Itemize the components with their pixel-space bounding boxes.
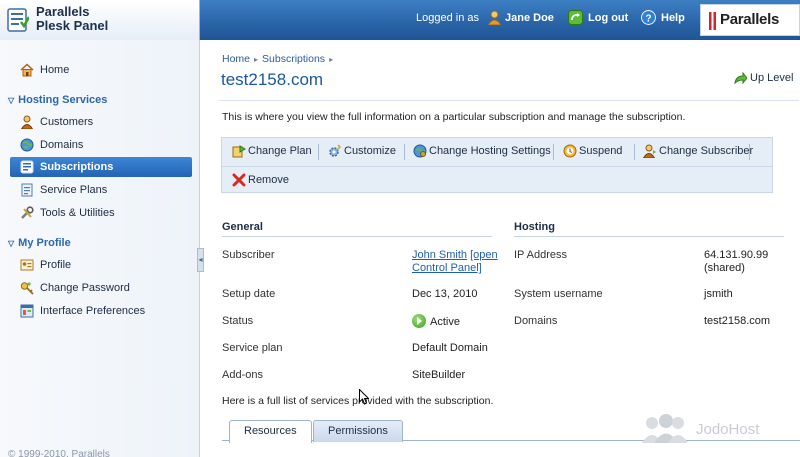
breadcrumb-separator-icon: ▸ bbox=[254, 55, 259, 64]
section-my-profile[interactable]: ▽ My Profile bbox=[8, 237, 71, 249]
nav-change-password[interactable]: Change Password bbox=[0, 278, 200, 298]
toolbar-separator bbox=[553, 144, 554, 160]
nav-home[interactable]: Home bbox=[0, 60, 200, 80]
subscriber-label: Subscriber bbox=[222, 249, 275, 261]
general-divider bbox=[222, 236, 492, 237]
change-subscriber-icon bbox=[643, 144, 656, 158]
hosting-settings-icon bbox=[413, 144, 427, 158]
user-icon bbox=[487, 10, 502, 25]
home-icon bbox=[20, 63, 34, 77]
parallels-brand: Parallels bbox=[700, 4, 800, 36]
watermark-people-icon bbox=[642, 414, 688, 443]
active-status-icon bbox=[412, 314, 426, 328]
toolbar-separator bbox=[404, 144, 405, 160]
collapse-arrow-icon: ▽ bbox=[8, 239, 15, 248]
setup-date-label: Setup date bbox=[222, 288, 276, 300]
nav-profile[interactable]: Profile bbox=[0, 255, 200, 275]
setup-date-value: Dec 13, 2010 bbox=[412, 288, 478, 300]
nav-subscriptions[interactable]: Subscriptions bbox=[10, 157, 192, 177]
profile-card-icon bbox=[20, 259, 34, 271]
suspend-icon bbox=[563, 144, 577, 158]
ip-address-value: 64.131.90.99 (shared) bbox=[704, 249, 769, 274]
copyright-text: © 1999-2010, Parallels bbox=[8, 449, 110, 457]
product-logo[interactable]: Parallels Plesk Panel bbox=[0, 0, 200, 40]
service-plan-label: Service plan bbox=[222, 342, 283, 354]
key-icon bbox=[20, 282, 34, 295]
domains-label: Domains bbox=[514, 315, 558, 327]
domains-icon bbox=[20, 138, 34, 152]
logout-icon bbox=[568, 10, 583, 25]
nav-tools-utilities[interactable]: Tools & Utilities bbox=[0, 203, 200, 223]
subscriber-link[interactable]: John Smith bbox=[412, 249, 467, 261]
nav-service-plans[interactable]: Service Plans bbox=[0, 180, 200, 200]
interface-preferences-icon bbox=[20, 304, 34, 318]
jodohost-watermark: JodoHost bbox=[640, 413, 790, 447]
toolbar-row-divider bbox=[222, 166, 772, 167]
services-note: Here is a full list of services provided… bbox=[222, 395, 494, 407]
tab-resources[interactable]: Resources bbox=[229, 420, 312, 443]
top-header: Parallels Plesk Panel Logged in as Jane … bbox=[0, 0, 800, 40]
nav-domains[interactable]: Domains bbox=[0, 135, 200, 155]
page-title: test2158.com bbox=[221, 70, 324, 89]
nav-customers[interactable]: Customers bbox=[0, 112, 200, 132]
toolbar-separator bbox=[634, 144, 635, 160]
breadcrumb: Home ▸ Subscriptions ▸ bbox=[222, 53, 337, 65]
action-toolbar: Change Plan Customize Change Hosting Set… bbox=[221, 137, 773, 193]
service-plans-icon bbox=[21, 183, 33, 197]
toolbar-separator bbox=[318, 144, 319, 160]
change-plan-icon bbox=[232, 145, 246, 158]
left-navigation: Home ▽ Hosting Services Customers Domains… bbox=[0, 40, 200, 457]
parallels-bars-icon bbox=[709, 12, 716, 30]
breadcrumb-home[interactable]: Home bbox=[222, 53, 250, 65]
add-ons-value: SiteBuilder bbox=[412, 369, 466, 381]
svg-text:?: ? bbox=[645, 14, 651, 25]
main-content: Home ▸ Subscriptions ▸ test2158.com Up Leve… bbox=[204, 40, 800, 457]
status-label: Status bbox=[222, 315, 254, 327]
remove-x-icon bbox=[232, 173, 246, 187]
system-username-label: System username bbox=[514, 288, 603, 300]
ip-address-label: IP Address bbox=[514, 249, 567, 261]
toolbar-separator bbox=[749, 144, 750, 160]
nav-interface-preferences[interactable]: Interface Preferences bbox=[0, 301, 200, 321]
customize-gear-icon bbox=[329, 144, 342, 157]
breadcrumb-subscriptions[interactable]: Subscriptions bbox=[262, 53, 325, 65]
general-heading: General bbox=[222, 221, 263, 233]
tools-icon bbox=[21, 206, 34, 219]
user-name-link[interactable]: Jane Doe bbox=[505, 12, 554, 24]
collapse-arrow-icon: ▽ bbox=[8, 96, 15, 105]
tab-permissions[interactable]: Permissions bbox=[313, 420, 403, 442]
system-username-value: jsmith bbox=[704, 288, 733, 300]
customers-icon bbox=[20, 115, 34, 129]
logout-link[interactable]: Log out bbox=[588, 12, 628, 24]
page-description: This is where you view the full informat… bbox=[222, 111, 686, 123]
hosting-heading: Hosting bbox=[514, 221, 555, 233]
section-hosting-services[interactable]: ▽ Hosting Services bbox=[8, 94, 107, 106]
breadcrumb-separator-icon: ▸ bbox=[329, 55, 334, 64]
subscriptions-icon bbox=[20, 160, 34, 174]
product-name: Parallels Plesk Panel bbox=[36, 4, 109, 33]
service-plan-value: Default Domain bbox=[412, 342, 488, 354]
up-level-arrow-icon bbox=[734, 71, 747, 85]
domains-value: test2158.com bbox=[704, 315, 771, 327]
sidebar-collapse-handle[interactable]: ◂ bbox=[197, 248, 204, 272]
add-ons-label: Add-ons bbox=[222, 369, 263, 381]
logged-in-label: Logged in as bbox=[416, 12, 479, 24]
title-divider bbox=[219, 100, 799, 101]
hosting-divider bbox=[514, 236, 784, 237]
subscriber-value: John Smith [open Control Panel] bbox=[412, 249, 502, 275]
plesk-logo-icon bbox=[7, 8, 29, 32]
help-link[interactable]: Help bbox=[661, 12, 685, 24]
mouse-cursor-icon bbox=[359, 389, 369, 405]
status-value: Active bbox=[412, 314, 460, 329]
help-icon: ? bbox=[641, 10, 656, 25]
